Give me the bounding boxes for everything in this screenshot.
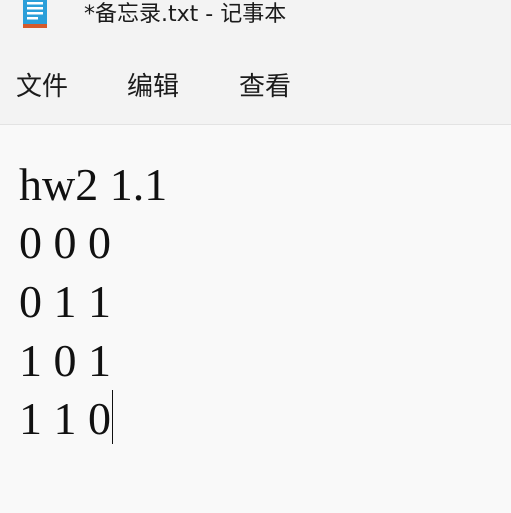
text-line: 1 0 1 bbox=[19, 332, 111, 390]
notepad-icon bbox=[22, 0, 48, 30]
text-editor-area[interactable]: hw2 1.1 0 0 0 0 1 1 1 0 1 1 1 0 bbox=[0, 125, 511, 513]
window-title: *备忘录.txt - 记事本 bbox=[84, 2, 287, 27]
menu-edit[interactable]: 编辑 bbox=[125, 70, 181, 104]
title-bar[interactable]: *备忘录.txt - 记事本 bbox=[0, 0, 511, 38]
menu-file[interactable]: 文件 bbox=[14, 70, 70, 104]
text-line-content: 1 1 0 bbox=[19, 393, 111, 444]
text-caret bbox=[112, 390, 113, 444]
text-line: 1 1 0 bbox=[19, 390, 113, 448]
notepad-window: *备忘录.txt - 记事本 文件 编辑 查看 hw2 1.1 0 0 0 0 … bbox=[0, 0, 511, 513]
text-line-content: 0 1 1 bbox=[19, 276, 111, 327]
text-line-content: 1 0 1 bbox=[19, 335, 111, 386]
text-line-content: 0 0 0 bbox=[19, 217, 111, 268]
text-line: 0 1 1 bbox=[19, 273, 111, 331]
menu-view[interactable]: 查看 bbox=[237, 70, 293, 104]
menu-bar: 文件 编辑 查看 bbox=[0, 38, 511, 125]
text-line: hw2 1.1 bbox=[19, 156, 167, 214]
text-line-content: hw2 1.1 bbox=[19, 159, 168, 210]
text-line: 0 0 0 bbox=[19, 214, 111, 272]
